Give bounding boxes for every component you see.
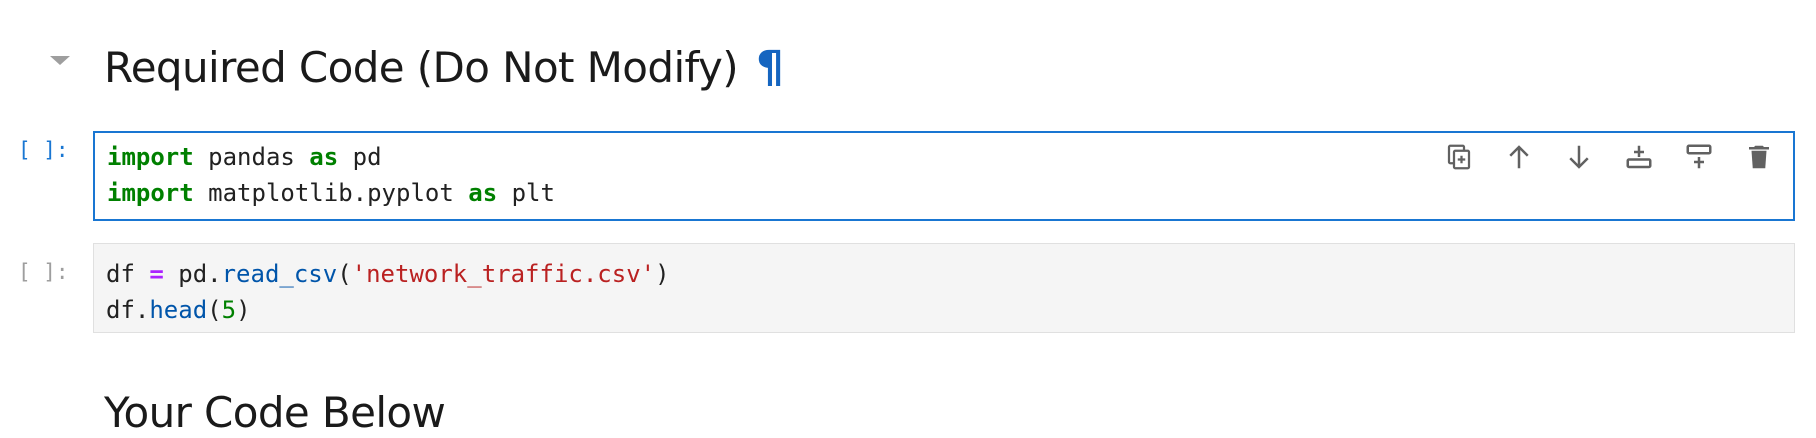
section-heading-required: Required Code (Do Not Modify) ¶ — [104, 43, 784, 92]
code-token: = — [149, 260, 164, 288]
code-token: df. — [106, 296, 150, 324]
cell-prompt: [ ]: — [18, 138, 69, 162]
code-token: matplotlib.pyplot — [193, 179, 469, 207]
code-token: pd. — [163, 260, 222, 288]
collapse-heading-toggle[interactable] — [50, 56, 70, 65]
code-token: df — [106, 260, 150, 288]
code-token: 5 — [221, 296, 237, 324]
move-cell-up-button[interactable] — [1503, 141, 1535, 173]
move-cell-down-button[interactable] — [1563, 141, 1595, 173]
code-token: head — [149, 296, 208, 324]
heading-text: Required Code (Do Not Modify) — [104, 43, 739, 92]
cell-toolbar — [1443, 141, 1775, 173]
duplicate-cell-button[interactable] — [1443, 141, 1475, 173]
insert-above-icon — [1686, 144, 1712, 169]
code-token: plt — [497, 179, 555, 207]
code-token: ) — [655, 260, 670, 288]
heading-anchor-link[interactable]: ¶ — [756, 42, 784, 93]
code-token: as — [309, 143, 339, 171]
code-token: ( — [207, 296, 222, 324]
cell-prompt: [ ]: — [18, 260, 69, 284]
insert-cell-above-button[interactable] — [1683, 141, 1715, 173]
code-cell-load-data[interactable]: df = pd.read_csv('network_traffic.csv') d… — [93, 243, 1795, 333]
code-line: df.head(5) — [106, 292, 1794, 328]
code-cell-imports[interactable]: import pandas as pd import matplotlib.pyp… — [93, 131, 1795, 221]
code-token: read_csv — [221, 260, 338, 288]
code-token: import — [107, 143, 194, 171]
delete-cell-icon — [1749, 145, 1769, 169]
section-heading-your-code: Your Code Below — [104, 388, 446, 437]
move-down-icon — [1569, 145, 1589, 169]
code-editor[interactable]: df = pd.read_csv('network_traffic.csv') d… — [94, 244, 1794, 328]
code-token: as — [468, 179, 498, 207]
code-token: ( — [337, 260, 352, 288]
code-token: import — [107, 179, 194, 207]
code-token: ) — [236, 296, 251, 324]
code-line: df = pd.read_csv('network_traffic.csv') — [106, 256, 1794, 292]
insert-cell-below-button[interactable] — [1623, 141, 1655, 173]
code-token: pandas — [193, 143, 310, 171]
insert-below-icon — [1626, 145, 1652, 169]
code-token: pd — [338, 143, 382, 171]
code-token: 'network_traffic.csv' — [351, 260, 656, 288]
duplicate-cell-icon — [1447, 144, 1471, 170]
move-up-icon — [1509, 145, 1529, 169]
delete-cell-button[interactable] — [1743, 141, 1775, 173]
code-line: import matplotlib.pyplot as plt — [107, 175, 1793, 211]
